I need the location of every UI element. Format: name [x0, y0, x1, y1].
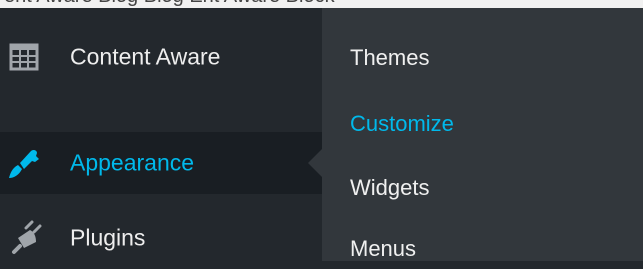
- paint-brush-icon: [9, 149, 39, 178]
- sidebar-item-label: Plugins: [70, 224, 146, 251]
- submenu-item-menus[interactable]: Menus: [350, 236, 416, 262]
- table-grid-icon: [9, 43, 39, 71]
- sidebar-item-plugins[interactable]: Plugins: [0, 207, 322, 269]
- submenu-item-customize[interactable]: Customize: [350, 111, 454, 137]
- submenu-item-themes[interactable]: Themes: [350, 45, 429, 71]
- admin-sidebar: Content Aware Appearance Plugins: [0, 8, 322, 261]
- sidebar-item-content-aware[interactable]: Content Aware: [0, 26, 322, 88]
- sidebar-item-label: Content Aware: [70, 43, 221, 70]
- sidebar-item-label: Appearance: [70, 149, 195, 176]
- sidebar-item-appearance[interactable]: Appearance: [0, 132, 322, 194]
- top-strip: ent Aware Blog Blog Ent Aware Block: [0, 0, 643, 8]
- submenu-pointer: [308, 148, 323, 178]
- submenu-item-widgets[interactable]: Widgets: [350, 175, 429, 201]
- appearance-submenu: Themes Customize Widgets Menus: [322, 8, 643, 261]
- plugin-icon: [12, 220, 42, 254]
- top-strip-text: ent Aware Blog Blog Ent Aware Block: [4, 0, 335, 8]
